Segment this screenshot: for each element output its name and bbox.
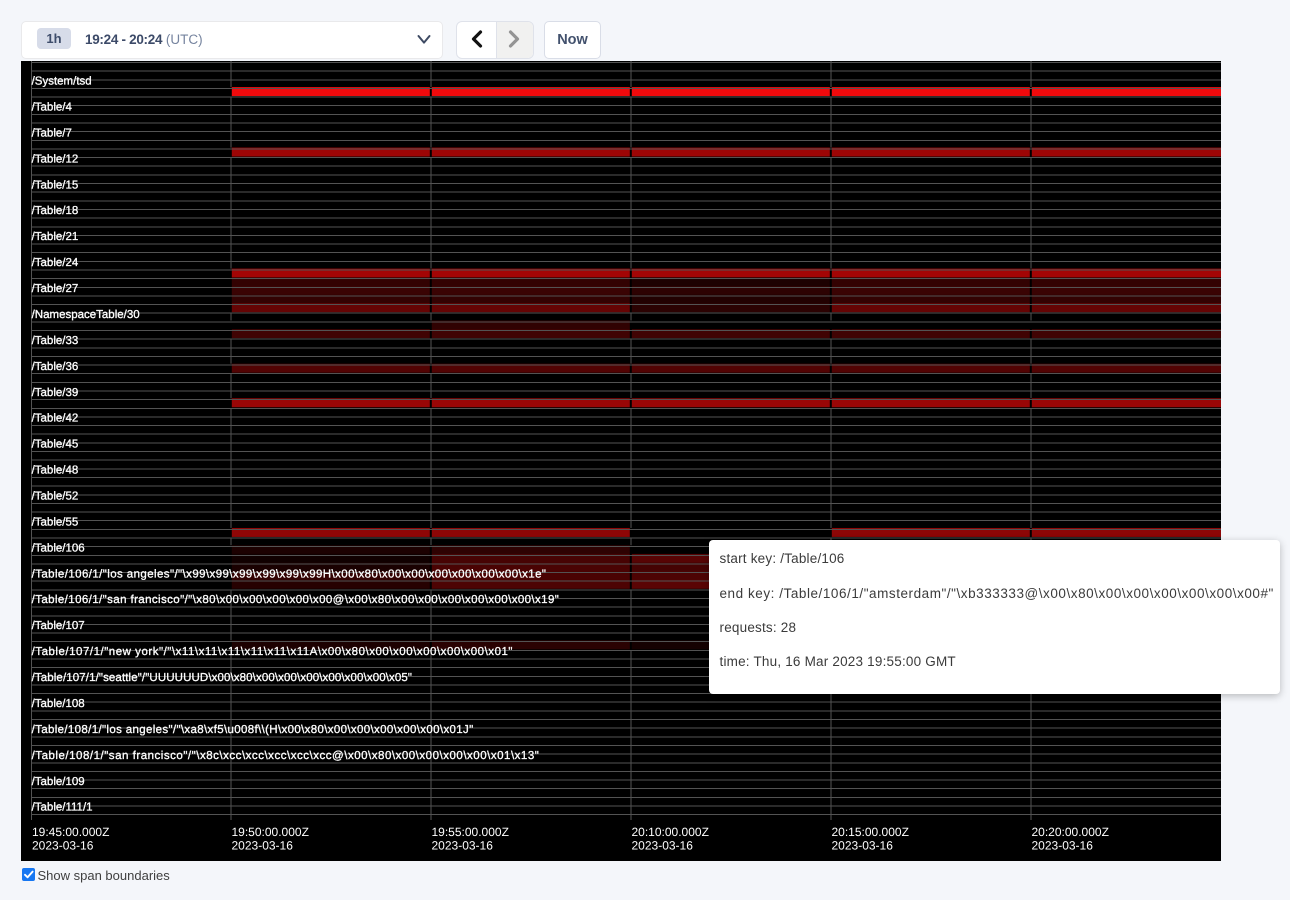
svg-text:20:15:00.000Z: 20:15:00.000Z [832, 825, 909, 839]
svg-text:/Table/4: /Table/4 [32, 101, 73, 113]
svg-text:2023-03-16: 2023-03-16 [632, 838, 694, 852]
svg-text:/Table/36: /Table/36 [32, 361, 79, 373]
svg-text:2023-03-16: 2023-03-16 [832, 838, 894, 852]
svg-text:/Table/7: /Table/7 [32, 127, 72, 139]
svg-text:/Table/108: /Table/108 [32, 698, 85, 710]
svg-text:/Table/12: /Table/12 [32, 153, 79, 165]
svg-text:/Table/24: /Table/24 [32, 257, 79, 269]
svg-text:/Table/55: /Table/55 [32, 516, 79, 528]
svg-text:/Table/48: /Table/48 [32, 465, 79, 477]
svg-text:/Table/108/1/"san francisco"/": /Table/108/1/"san francisco"/"\x8c\xcc\x… [32, 750, 540, 762]
svg-text:/Table/106: /Table/106 [32, 542, 85, 554]
svg-text:/Table/39: /Table/39 [32, 387, 79, 399]
svg-text:/System/tsd: /System/tsd [32, 76, 92, 88]
svg-text:/Table/52: /Table/52 [32, 491, 79, 503]
svg-text:/Table/109: /Table/109 [32, 776, 85, 788]
svg-text:/Table/107/1/"new york"/"\x11\: /Table/107/1/"new york"/"\x11\x11\x11\x1… [32, 646, 513, 658]
svg-text:20:10:00.000Z: 20:10:00.000Z [632, 825, 709, 839]
svg-text:/Table/42: /Table/42 [32, 413, 79, 425]
svg-text:/Table/106/1/"san francisco"/": /Table/106/1/"san francisco"/"\x80\x00\x… [32, 594, 560, 606]
svg-text:2023-03-16: 2023-03-16 [232, 838, 294, 852]
svg-text:/Table/33: /Table/33 [32, 335, 79, 347]
svg-text:/Table/107/1/"seattle"/"UUUUUU: /Table/107/1/"seattle"/"UUUUUUD\x00\x80\… [32, 672, 413, 684]
svg-text:2023-03-16: 2023-03-16 [1032, 838, 1094, 852]
svg-text:/Table/27: /Table/27 [32, 283, 79, 295]
svg-text:/Table/108/1/"los angeles"/"\x: /Table/108/1/"los angeles"/"\xa8\xf5\u00… [32, 724, 474, 736]
svg-text:19:55:00.000Z: 19:55:00.000Z [432, 825, 509, 839]
svg-text:2023-03-16: 2023-03-16 [432, 838, 494, 852]
svg-text:/Table/106/1/"los angeles"/"\x: /Table/106/1/"los angeles"/"\x99\x99\x99… [32, 568, 547, 580]
svg-text:/Table/45: /Table/45 [32, 439, 79, 451]
svg-text:/NamespaceTable/30: /NamespaceTable/30 [32, 309, 140, 321]
svg-text:2023-03-16: 2023-03-16 [32, 838, 94, 852]
svg-text:/Table/107: /Table/107 [32, 620, 85, 632]
svg-text:/Table/111/1: /Table/111/1 [32, 802, 93, 814]
svg-text:19:45:00.000Z: 19:45:00.000Z [32, 825, 109, 839]
svg-text:/Table/15: /Table/15 [32, 179, 79, 191]
svg-text:19:50:00.000Z: 19:50:00.000Z [232, 825, 309, 839]
svg-text:/Table/21: /Table/21 [32, 231, 79, 243]
svg-text:20:20:00.000Z: 20:20:00.000Z [1032, 825, 1109, 839]
svg-text:/Table/18: /Table/18 [32, 205, 79, 217]
